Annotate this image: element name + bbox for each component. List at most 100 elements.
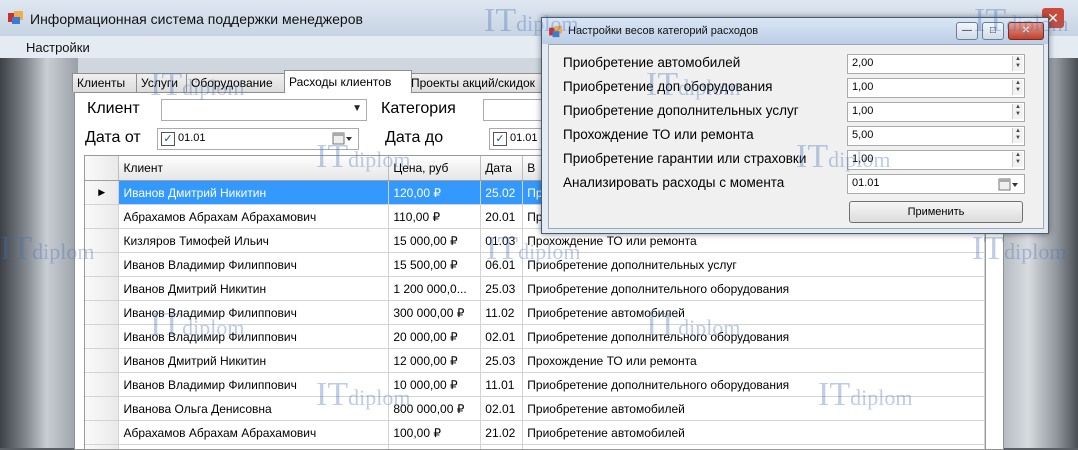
row-header[interactable] (85, 397, 119, 421)
cell-price[interactable]: 1 230,00 ₽ (389, 445, 481, 450)
cell-price[interactable]: 1 200 000,0... (389, 277, 481, 301)
cell-category[interactable]: Приобретение автомобилей (523, 301, 985, 325)
cell-category[interactable]: Приобретение автомобилей (523, 397, 985, 421)
cell-date[interactable]: 25.02 (481, 181, 523, 205)
cell-date[interactable]: 11.01 (481, 373, 523, 397)
cell-price[interactable]: 800 000,00 ₽ (389, 397, 481, 421)
cell-price[interactable]: 100,00 ₽ (389, 421, 481, 445)
cell-client[interactable]: Иванов Владимир Филиппович (119, 373, 389, 397)
client-combobox[interactable]: ▼ (161, 99, 367, 121)
cell-category[interactable]: Приобретение автомобилей (523, 421, 985, 445)
spin-arrows-icon[interactable]: ▲▼ (1012, 152, 1023, 167)
cell-category[interactable]: Приобретение дополнительных услуг (523, 253, 985, 277)
calendar-icon[interactable] (998, 178, 1020, 191)
cell-date[interactable]: 25.03 (481, 349, 523, 373)
weight-input-warranty[interactable]: 1,00 ▲▼ (847, 150, 1025, 170)
weight-input-services[interactable]: 1,00 ▲▼ (847, 102, 1025, 122)
tab-services[interactable]: Услуги (136, 73, 188, 92)
cell-category[interactable]: Прохождение ТО или ремонта (523, 349, 985, 373)
weight-input-equipment[interactable]: 1,00 ▲▼ (847, 78, 1025, 98)
cell-date[interactable]: 21.02 (481, 421, 523, 445)
cell-price[interactable]: 15 000,00 ₽ (389, 229, 481, 253)
chevron-down-icon[interactable]: ▼ (352, 103, 362, 114)
spin-arrows-icon[interactable]: ▲▼ (1012, 128, 1023, 143)
table-row[interactable]: Иванов Владимир Филиппович15 500,00 ₽06.… (85, 253, 985, 277)
maximize-icon[interactable]: □ (982, 22, 1004, 40)
row-header[interactable] (85, 325, 119, 349)
date-to-picker[interactable]: ✓ 01.01 (489, 128, 545, 150)
row-header[interactable] (85, 445, 119, 450)
tab-client-expenses[interactable]: Расходы клиентов (284, 70, 412, 93)
cell-date[interactable]: 06.01 (481, 253, 523, 277)
row-header[interactable] (85, 421, 119, 445)
tab-equipment[interactable]: Оборудование (186, 73, 288, 92)
cell-category[interactable]: Приобретение дополнительного оборудовани… (523, 445, 985, 450)
cell-price[interactable]: 300 000,00 ₽ (389, 301, 481, 325)
cell-client[interactable]: Абрахамов Абрахам Абрахамович (119, 205, 389, 229)
category-combobox[interactable] (483, 99, 545, 121)
row-header[interactable] (85, 373, 119, 397)
table-row[interactable]: Иванов Владимир Филиппович300 000,00 ₽11… (85, 301, 985, 325)
current-row-arrow-icon[interactable]: ▶ (85, 181, 119, 205)
cell-client[interactable]: Иванов Владимир Филиппович (119, 325, 389, 349)
date-to-checkbox[interactable]: ✓ (493, 132, 507, 146)
cell-date[interactable]: 02.01 (481, 445, 523, 450)
cell-date[interactable]: 20.01 (481, 205, 523, 229)
table-row[interactable]: Иванов Дмитрий Никитин12 000,00 ₽25.03Пр… (85, 349, 985, 373)
row-header[interactable] (85, 277, 119, 301)
column-header-date[interactable]: Дата (481, 156, 523, 181)
table-row[interactable]: Иванов Дмитрий Никитин1 200 000,0...25.0… (85, 277, 985, 301)
calendar-icon[interactable] (332, 132, 354, 145)
cell-price[interactable]: 10 000,00 ₽ (389, 373, 481, 397)
row-header[interactable] (85, 229, 119, 253)
cell-category[interactable]: Приобретение дополнительного оборудовани… (523, 373, 985, 397)
row-header[interactable] (85, 205, 119, 229)
date-from-label: Дата от (85, 129, 141, 147)
tab-clients[interactable]: Клиенты (72, 73, 139, 92)
analyze-from-date-picker[interactable]: 01.01 (847, 174, 1025, 194)
cell-client[interactable]: Иванова Ольга Денисовна (119, 397, 389, 421)
cell-price[interactable]: 15 500,00 ₽ (389, 253, 481, 277)
table-row[interactable]: Иванов Владимир Филиппович10 000,00 ₽11.… (85, 373, 985, 397)
spin-arrows-icon[interactable]: ▲▼ (1012, 56, 1023, 71)
column-header-price[interactable]: Цена, руб (389, 156, 481, 181)
row-header[interactable] (85, 349, 119, 373)
row-header[interactable] (85, 301, 119, 325)
cell-price[interactable]: 120,00 ₽ (389, 181, 481, 205)
tab-promo-projects[interactable]: Проекты акций/скидок (406, 73, 556, 92)
cell-price[interactable]: 110,00 ₽ (389, 205, 481, 229)
cell-client[interactable]: Иванов Дмитрий Никитин (119, 349, 389, 373)
table-row[interactable]: Иванова Ольга Денисовна800 000,00 ₽02.01… (85, 397, 985, 421)
weight-input-cars[interactable]: 2,00 ▲▼ (847, 54, 1025, 74)
cell-date[interactable]: 02.01 (481, 325, 523, 349)
date-from-picker[interactable]: ✓ 01.01 (157, 128, 359, 150)
cell-category[interactable]: Приобретение дополнительного оборудовани… (523, 325, 985, 349)
cell-date[interactable]: 02.01 (481, 397, 523, 421)
cell-category[interactable]: Приобретение дополнительного оборудовани… (523, 277, 985, 301)
cell-client[interactable]: Иванов Дмитрий Никитин (119, 181, 389, 205)
table-row[interactable]: Абрахамов Абрахам Абрахамович1 230,00 ₽0… (85, 445, 985, 450)
table-row[interactable]: Абрахамов Абрахам Абрахамович100,00 ₽21.… (85, 421, 985, 445)
table-row[interactable]: Иванов Владимир Филиппович20 000,00 ₽02.… (85, 325, 985, 349)
minimize-icon[interactable]: — (956, 22, 978, 40)
close-icon[interactable]: ✕ (1008, 22, 1044, 40)
cell-client[interactable]: Абрахамов Абрахам Абрахамович (119, 445, 389, 450)
cell-price[interactable]: 12 000,00 ₽ (389, 349, 481, 373)
cell-client[interactable]: Иванов Владимир Филиппович (119, 301, 389, 325)
cell-client[interactable]: Иванов Дмитрий Никитин (119, 277, 389, 301)
cell-date[interactable]: 11.02 (481, 301, 523, 325)
cell-client[interactable]: Иванов Владимир Филиппович (119, 253, 389, 277)
column-header-client[interactable]: Клиент (119, 156, 389, 181)
spin-arrows-icon[interactable]: ▲▼ (1012, 104, 1023, 119)
cell-client[interactable]: Кизляров Тимофей Ильич (119, 229, 389, 253)
cell-price[interactable]: 20 000,00 ₽ (389, 325, 481, 349)
weight-input-maintenance[interactable]: 5,00 ▲▼ (847, 126, 1025, 146)
cell-date[interactable]: 25.03 (481, 277, 523, 301)
apply-button[interactable]: Применить (849, 201, 1023, 223)
date-from-checkbox[interactable]: ✓ (161, 132, 175, 146)
menu-item-settings[interactable]: Настройки (26, 40, 90, 55)
row-header[interactable] (85, 253, 119, 277)
cell-client[interactable]: Абрахамов Абрахам Абрахамович (119, 421, 389, 445)
spin-arrows-icon[interactable]: ▲▼ (1012, 80, 1023, 95)
cell-date[interactable]: 01.03 (481, 229, 523, 253)
